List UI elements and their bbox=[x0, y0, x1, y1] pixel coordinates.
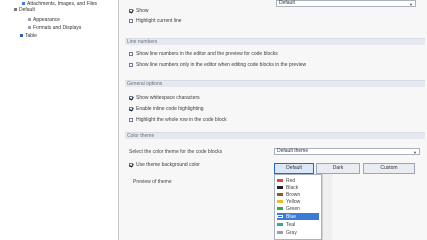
list-item-label: Teal bbox=[286, 221, 296, 228]
checkbox-label: Use theme background color bbox=[136, 162, 200, 168]
general-option-3[interactable]: Highlight the whole row in the code bloc… bbox=[129, 117, 227, 123]
theme-preview-label: Preview of theme bbox=[133, 179, 172, 185]
list-item-brown[interactable]: Brown bbox=[277, 191, 319, 198]
checkbox-label: Show line numbers only in the editor whe… bbox=[136, 62, 307, 68]
color-swatch bbox=[277, 223, 283, 226]
color-swatch bbox=[277, 200, 283, 203]
tree-item-default[interactable]: Default bbox=[14, 7, 35, 13]
color-swatch bbox=[277, 207, 283, 210]
table-icon bbox=[20, 34, 23, 37]
tree-item-label: Appearance bbox=[33, 17, 60, 23]
list-item-red[interactable]: Red bbox=[277, 177, 319, 184]
settings-tree: Attachments, Images, and Files Default A… bbox=[0, 0, 119, 240]
theme-background-checkbox[interactable]: Use theme background color bbox=[129, 162, 200, 168]
list-item-label: Green bbox=[286, 205, 300, 212]
tree-item-label: Attachments, Images, and Files bbox=[27, 1, 98, 7]
list-item-label: Yellow bbox=[286, 198, 301, 205]
checkbox-label: Show bbox=[136, 8, 149, 14]
tab-dark[interactable]: Dark bbox=[316, 163, 360, 174]
chevron-down-icon: ▼ bbox=[413, 150, 417, 155]
list-item-label: Black bbox=[286, 184, 299, 191]
checkbox[interactable] bbox=[129, 163, 133, 167]
checkbox[interactable] bbox=[129, 9, 133, 13]
checkbox[interactable] bbox=[129, 118, 133, 122]
section-header-line-numbers: Line numbers bbox=[125, 38, 425, 45]
checkbox[interactable] bbox=[129, 63, 133, 67]
checkbox-label: Show line numbers in the editor and the … bbox=[136, 51, 278, 57]
color-swatch bbox=[277, 179, 283, 182]
line-number-option-1[interactable]: Show line numbers in the editor and the … bbox=[129, 51, 278, 57]
list-item-black[interactable]: Black bbox=[277, 184, 319, 191]
section-header-color-theme: Color theme bbox=[125, 132, 425, 139]
tree-item-table[interactable]: Table bbox=[20, 33, 37, 39]
top-dropdown[interactable]: Default ▼ bbox=[276, 0, 416, 7]
tree-item-label: Table bbox=[25, 33, 37, 39]
color-swatch bbox=[277, 231, 283, 234]
list-item-teal[interactable]: Teal bbox=[277, 221, 319, 228]
folder-icon bbox=[22, 2, 25, 5]
color-swatch bbox=[277, 215, 283, 218]
appearance-icon bbox=[28, 18, 31, 21]
dropdown-value: Default theme bbox=[277, 148, 309, 154]
list-item-label: Red bbox=[286, 177, 296, 184]
checkbox-label: Show whitespace characters bbox=[136, 95, 200, 101]
list-item-label: Gray bbox=[286, 229, 297, 236]
tree-item-label: Formats and Displays bbox=[33, 25, 82, 31]
general-option-1[interactable]: Show whitespace characters bbox=[129, 95, 200, 101]
list-item-green[interactable]: Green bbox=[277, 205, 319, 212]
top-checkbox-show[interactable]: Show bbox=[129, 8, 149, 14]
tab-custom[interactable]: Custom bbox=[363, 163, 415, 174]
list-item-yellow[interactable]: Yellow bbox=[277, 198, 319, 205]
tab-default[interactable]: Default bbox=[274, 163, 314, 174]
checkbox[interactable] bbox=[129, 19, 133, 23]
dropdown-value: Default bbox=[279, 0, 295, 6]
theme-select-label: Select the color theme for the code bloc… bbox=[129, 149, 223, 155]
line-number-option-2[interactable]: Show line numbers only in the editor whe… bbox=[129, 62, 306, 68]
checkbox-label: Enable inline code highlighting bbox=[136, 106, 204, 112]
top-checkbox-highlight[interactable]: Highlight current line bbox=[129, 18, 182, 24]
expand-icon bbox=[14, 8, 17, 11]
chevron-down-icon: ▼ bbox=[409, 2, 413, 7]
checkbox-label: Highlight the whole row in the code bloc… bbox=[136, 117, 227, 123]
list-item-label: Brown bbox=[286, 191, 301, 198]
checkbox[interactable] bbox=[129, 96, 133, 100]
checkbox[interactable] bbox=[129, 107, 133, 111]
theme-dropdown[interactable]: Default theme ▼ bbox=[274, 148, 420, 155]
color-list-scrollbar[interactable] bbox=[322, 174, 332, 240]
checkbox[interactable] bbox=[129, 52, 133, 56]
tree-item-label: Default bbox=[19, 7, 35, 13]
tree-item-formats[interactable]: Formats and Displays bbox=[28, 25, 81, 31]
tree-item-appearance[interactable]: Appearance bbox=[28, 17, 60, 23]
format-icon bbox=[28, 26, 31, 29]
checkbox-label: Highlight current line bbox=[136, 18, 182, 24]
list-item-blue[interactable]: Blue bbox=[277, 213, 319, 220]
list-item-label: Blue bbox=[286, 213, 297, 220]
section-header-general: General options bbox=[125, 80, 425, 87]
color-swatch bbox=[277, 193, 283, 196]
general-option-2[interactable]: Enable inline code highlighting bbox=[129, 106, 204, 112]
color-list[interactable]: Red Black Brown Yellow Green Blue Teal G… bbox=[274, 174, 322, 240]
list-item-gray[interactable]: Gray bbox=[277, 229, 319, 236]
color-swatch bbox=[277, 186, 283, 189]
